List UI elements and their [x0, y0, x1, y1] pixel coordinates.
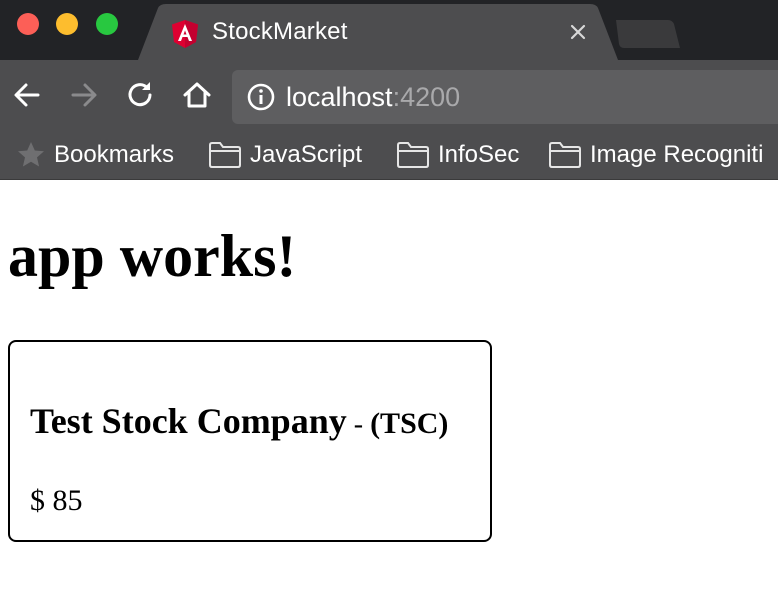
tab-title: StockMarket — [212, 18, 348, 45]
window-minimize-button[interactable] — [56, 13, 78, 35]
back-arrow-icon[interactable] — [10, 78, 44, 112]
bookmark-item-bookmarks[interactable]: Bookmarks — [16, 138, 174, 172]
new-tab-button[interactable] — [612, 18, 682, 50]
url-text[interactable]: localhost:4200 — [286, 82, 460, 113]
folder-icon — [209, 142, 241, 168]
window-maximize-button[interactable] — [96, 13, 118, 35]
stock-card: Test Stock Company - (TSC) $ 85 — [8, 340, 492, 542]
address-bar[interactable]: localhost:4200 — [232, 70, 778, 124]
tab-close-icon[interactable] — [566, 20, 590, 44]
folder-icon — [397, 142, 429, 168]
bookmark-folder-infosec[interactable]: InfoSec — [396, 138, 519, 172]
url-port: :4200 — [392, 82, 461, 112]
info-icon[interactable] — [246, 82, 276, 112]
bookmark-folder-image-recognition[interactable]: Image Recogniti — [548, 138, 763, 172]
tab-background — [138, 4, 618, 60]
bookmark-label: JavaScript — [250, 141, 363, 168]
browser-toolbar: localhost:4200 — [0, 60, 778, 132]
stock-title: Test Stock Company - (TSC) — [30, 400, 448, 442]
forward-arrow-icon[interactable] — [67, 78, 101, 112]
star-icon — [18, 142, 44, 167]
bookmark-label: Image Recogniti — [590, 141, 764, 168]
browser-titlebar: StockMarket — [0, 0, 778, 60]
browser-tab-active[interactable]: StockMarket — [138, 4, 618, 60]
page-heading: app works! — [8, 223, 297, 289]
stock-separator: - — [346, 409, 371, 440]
window-close-button[interactable] — [17, 13, 39, 35]
reload-icon[interactable] — [123, 78, 157, 112]
bookmark-label: Bookmarks — [54, 141, 175, 168]
angular-logo-icon — [172, 20, 198, 48]
page-content: app works! Test Stock Company - (TSC) $ … — [0, 180, 778, 610]
url-host: localhost — [286, 82, 393, 112]
bookmark-folder-javascript[interactable]: JavaScript — [208, 138, 362, 172]
stock-code: (TSC) — [370, 407, 449, 440]
folder-icon — [549, 142, 581, 168]
bookmarks-bar: Bookmarks JavaScript InfoSec Image Recog… — [0, 132, 778, 180]
stock-name: Test Stock Company — [30, 401, 347, 441]
bookmark-label: InfoSec — [438, 141, 520, 168]
stock-price: $ 85 — [30, 484, 83, 517]
home-icon[interactable] — [180, 78, 214, 112]
